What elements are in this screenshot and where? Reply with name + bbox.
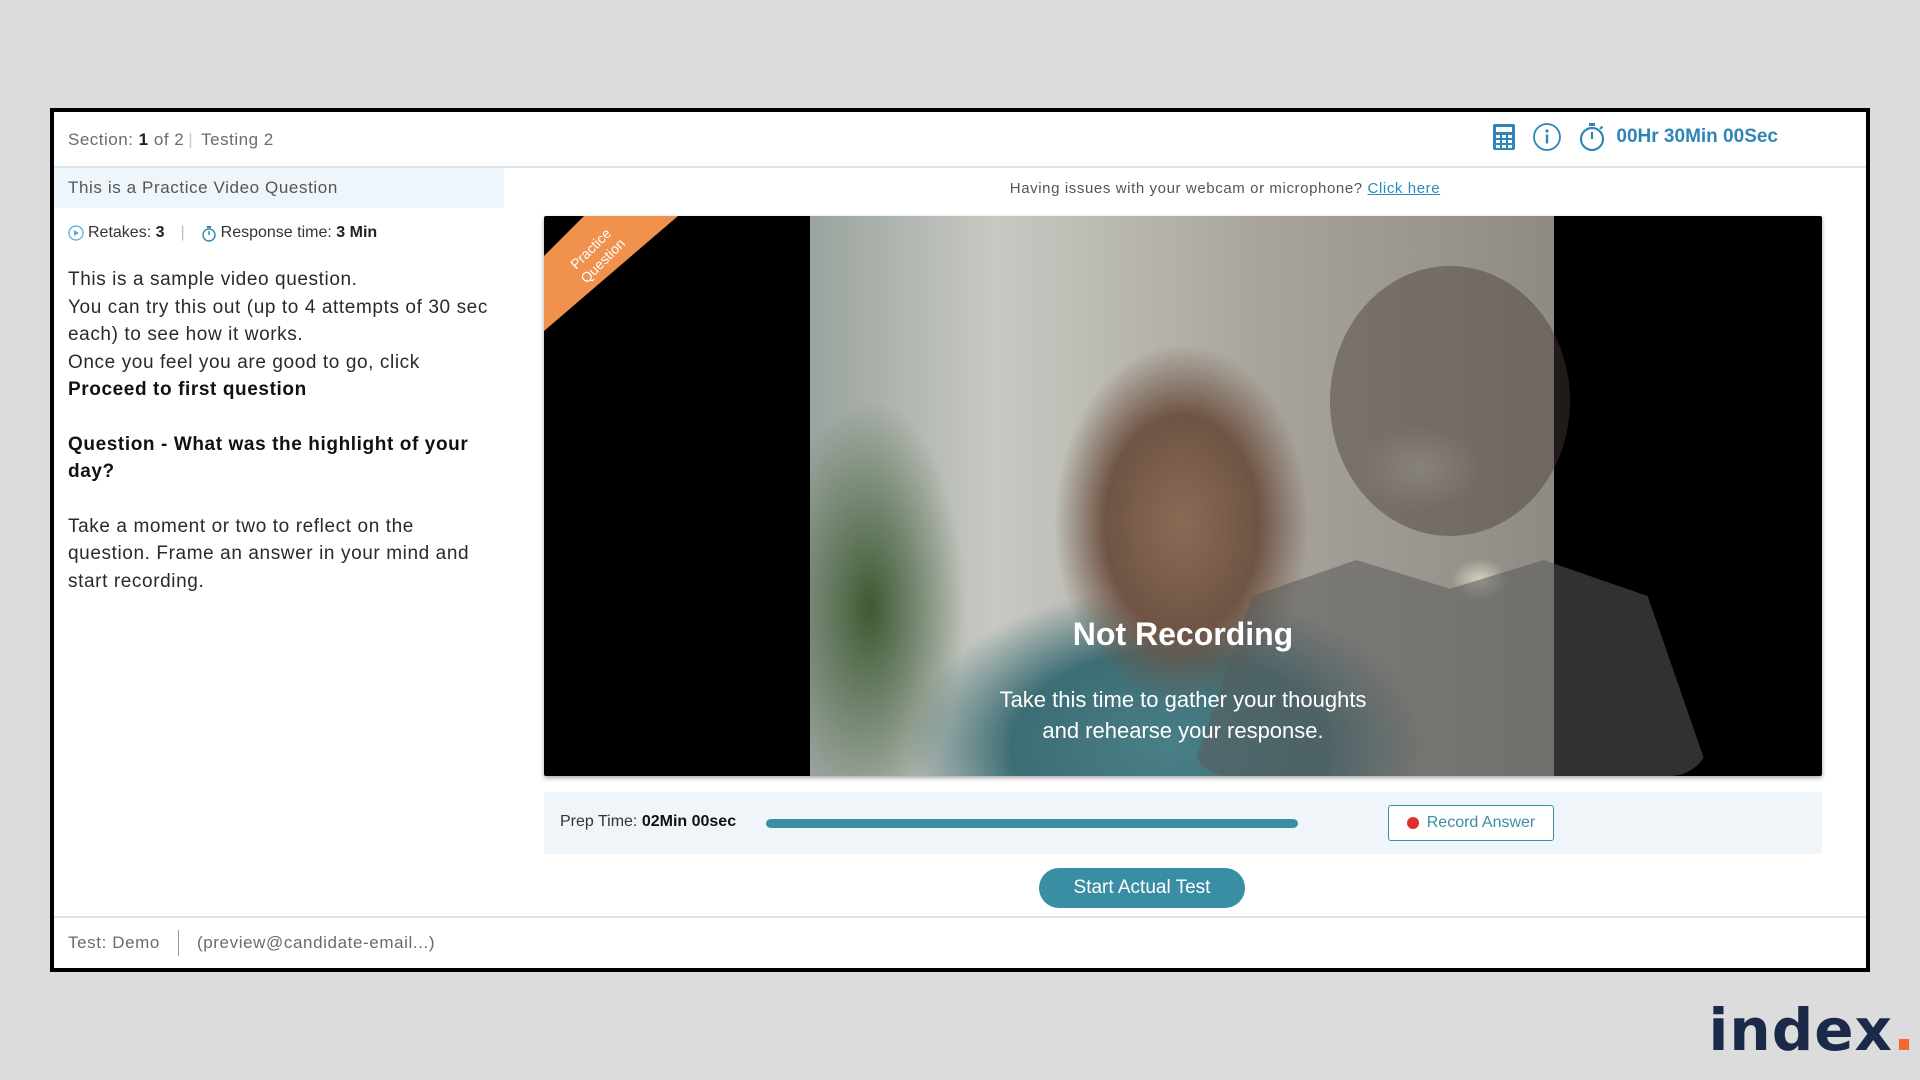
top-bar: Section: 1 of 2 | Testing 2 00Hr 30Min 0… [54, 112, 1866, 168]
prep-progress-bar [766, 819, 1298, 828]
retakes-label: Retakes: [88, 224, 152, 241]
video-preview: Practice Question Not Recording Take thi… [544, 216, 1822, 776]
question-prompt: Question - What was the highlight of you… [68, 433, 469, 483]
start-actual-test-button[interactable]: Start Actual Test [1039, 868, 1245, 908]
retake-icon [68, 225, 84, 241]
recording-panel: Having issues with your webcam or microp… [504, 168, 1866, 916]
head-guide-overlay [1330, 266, 1570, 536]
section-label: Section: [68, 130, 134, 149]
question-meta: Retakes: 3 | Response time: 3 Min [54, 208, 504, 242]
calculator-icon[interactable] [1492, 123, 1516, 151]
section-total: of 2 [153, 130, 185, 149]
record-answer-label: Record Answer [1426, 814, 1536, 831]
question-prompt-paragraph: Question - What was the highlight of you… [68, 431, 490, 486]
recording-hint: Take this time to gather your thoughts a… [544, 684, 1822, 746]
record-dot-icon [1406, 817, 1419, 829]
prep-time: Prep Time: 02Min 00sec [560, 813, 736, 831]
section-separator: | [188, 130, 194, 149]
assessment-window: Section: 1 of 2 | Testing 2 00Hr 30Min 0… [50, 108, 1870, 972]
recording-hint-line-1: Take this time to gather your thoughts [999, 687, 1367, 712]
header-tools: 00Hr 30Min 00Sec [1492, 122, 1778, 152]
recording-status: Not Recording [1072, 616, 1294, 652]
instruction-paragraph: This is a sample video question. You can… [68, 266, 490, 404]
question-instructions: This is a sample video question. You can… [54, 242, 504, 595]
candidate-email: (preview@candidate-email...) [196, 933, 436, 952]
brand-dot: . [1892, 996, 1916, 1064]
countdown-timer: 00Hr 30Min 00Sec [1616, 126, 1778, 147]
reflect-text: Take a moment or two to reflect on the q… [68, 515, 470, 592]
instruction-line-1: This is a sample video question. [68, 269, 358, 290]
test-name: Test: Demo [68, 933, 160, 952]
brand-logo: index. [1709, 996, 1916, 1064]
brand-name: index [1708, 996, 1893, 1064]
response-time-label: Response time: [220, 224, 332, 241]
footer-divider [177, 930, 179, 956]
webcam-help: Having issues with your webcam or microp… [584, 180, 1866, 197]
prep-progress-fill [766, 819, 1298, 828]
footer-bar: Test: Demo (preview@candidate-email...) [54, 916, 1866, 968]
instruction-line-3: Once you feel you are good to go, click [68, 351, 420, 373]
section-name: Testing 2 [201, 130, 274, 149]
stopwatch-icon [1578, 122, 1606, 152]
question-panel: This is a Practice Video Question Retake… [54, 168, 504, 916]
recording-controls: Prep Time: 02Min 00sec Record Answer [544, 792, 1822, 854]
question-title: This is a Practice Video Question [54, 168, 504, 208]
instruction-line-2: You can try this out (up to 4 attempts o… [68, 296, 488, 346]
record-answer-button[interactable]: Record Answer [1388, 805, 1554, 841]
section-current: 1 [138, 130, 149, 149]
section-info: Section: 1 of 2 | Testing 2 [68, 130, 274, 150]
prep-time-value: 02Min 00sec [641, 813, 737, 830]
proceed-hint: Proceed to first question [68, 379, 307, 400]
retakes-value: 3 [155, 224, 165, 241]
webcam-help-link[interactable]: Click here [1368, 180, 1441, 197]
webcam-help-text: Having issues with your webcam or microp… [1009, 180, 1363, 197]
recording-hint-line-2: and rehearse your response. [1042, 718, 1324, 743]
response-time-value: 3 Min [336, 224, 378, 241]
info-icon[interactable] [1532, 122, 1562, 152]
reflect-paragraph: Take a moment or two to reflect on the q… [68, 513, 490, 596]
prep-time-label: Prep Time: [560, 813, 638, 830]
response-timer-icon [201, 225, 217, 242]
meta-divider: | [180, 224, 185, 241]
